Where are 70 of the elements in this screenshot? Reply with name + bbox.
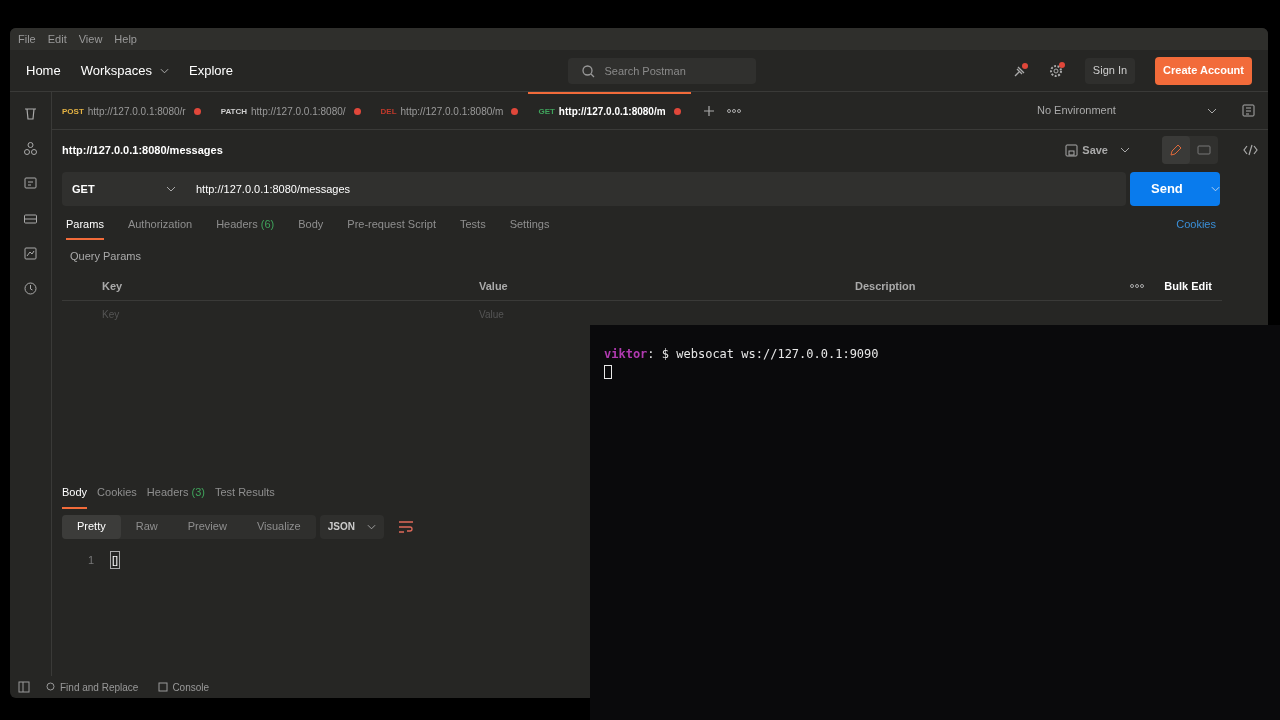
pencil-icon <box>1169 143 1183 157</box>
terminal-cursor <box>604 365 612 379</box>
save-icon <box>1065 143 1079 157</box>
environment-dropdown[interactable]: No Environment <box>1037 102 1217 119</box>
section-title: Query Params <box>70 249 142 264</box>
nodes-icon[interactable] <box>23 141 38 156</box>
console-icon <box>158 682 169 692</box>
tab[interactable]: Body <box>62 484 88 509</box>
tab[interactable]: Cookies <box>97 484 137 509</box>
code-text: [] <box>110 550 121 569</box>
request-tab[interactable]: PATCH http://127.0.0.1:8080/ <box>210 92 371 129</box>
tab[interactable]: Settings <box>509 215 550 240</box>
chevron-down-icon <box>166 186 176 192</box>
tab[interactable]: Authorization <box>127 215 193 240</box>
tab[interactable]: Headers (6) <box>216 215 275 240</box>
menu-item[interactable]: Help <box>114 30 137 48</box>
chevron-down-icon[interactable] <box>1120 147 1130 153</box>
drive-icon[interactable] <box>23 211 38 226</box>
chevron-down-icon <box>1207 107 1217 114</box>
tab[interactable]: Pre-request Script <box>347 215 436 240</box>
plus-icon[interactable] <box>702 104 715 117</box>
tab[interactable]: Headers (3) <box>146 484 205 509</box>
view-mode-tab[interactable]: Pretty <box>62 514 121 539</box>
settings-icon[interactable] <box>1047 62 1065 79</box>
request-title: http://127.0.0.1:8080/messages <box>62 142 223 158</box>
view-mode-tab[interactable]: Visualize <box>241 514 316 539</box>
chevron-down-icon <box>366 523 376 530</box>
send-button[interactable]: Send <box>1130 172 1220 206</box>
menu-item[interactable]: View <box>78 30 103 48</box>
tab[interactable]: Test Results <box>214 484 275 509</box>
view-mode-tab[interactable]: Preview <box>172 514 242 539</box>
url-bar[interactable]: GET http://127.0.0.1:8080/messages <box>62 172 1126 206</box>
trash-icon[interactable] <box>23 106 38 121</box>
bulk-edit-button[interactable]: Bulk Edit <box>1164 277 1212 295</box>
terminal-line: viktor: $ websocat ws://127.0.0.1:9090 <box>604 346 879 363</box>
sign-in-button[interactable]: Sign In <box>1084 57 1136 84</box>
nav-item[interactable]: Home <box>26 60 61 81</box>
monitor-icon[interactable] <box>23 246 38 261</box>
more-icon[interactable] <box>1130 284 1145 288</box>
nav-item[interactable]: Explore <box>189 60 234 81</box>
create-account-button[interactable]: Create Account <box>1155 56 1252 85</box>
more-icon[interactable] <box>726 108 741 113</box>
cookies-link[interactable]: Cookies <box>1176 215 1216 232</box>
tab[interactable]: Body <box>298 215 324 240</box>
code-icon[interactable] <box>1242 144 1258 156</box>
environment-icon[interactable] <box>1241 103 1256 118</box>
column-header: Key <box>102 278 124 294</box>
wrap-lines-icon[interactable] <box>397 520 414 533</box>
column-header: Description <box>855 278 916 294</box>
column-header: Value <box>479 278 509 294</box>
request-tab[interactable]: POST http://127.0.0.1:8080/r <box>52 92 211 129</box>
mode-button[interactable] <box>1162 136 1190 164</box>
sidebar-toggle-icon[interactable] <box>18 681 30 693</box>
menu-item[interactable]: File <box>18 30 36 48</box>
chevron-down-icon <box>1210 186 1220 192</box>
view-mode-tab[interactable]: Raw <box>120 514 173 539</box>
document-icon <box>1197 143 1211 157</box>
footer-button[interactable]: Find and Replace <box>46 679 139 695</box>
search-field[interactable]: Search Postman <box>568 57 757 84</box>
menu-item[interactable]: Edit <box>47 30 67 48</box>
tab[interactable]: Params <box>66 215 104 240</box>
format-dropdown[interactable]: JSON <box>319 514 384 539</box>
note-icon[interactable] <box>23 176 38 191</box>
footer-button[interactable]: Console <box>158 679 210 695</box>
tab[interactable]: Tests <box>459 215 486 240</box>
nav-item[interactable]: Workspaces <box>80 60 169 81</box>
save-button[interactable]: Save <box>1057 137 1116 163</box>
history-icon[interactable] <box>23 281 38 296</box>
request-tab[interactable]: DEL http://127.0.0.1:8080/m <box>370 92 529 129</box>
line-number: 1 <box>86 552 94 568</box>
